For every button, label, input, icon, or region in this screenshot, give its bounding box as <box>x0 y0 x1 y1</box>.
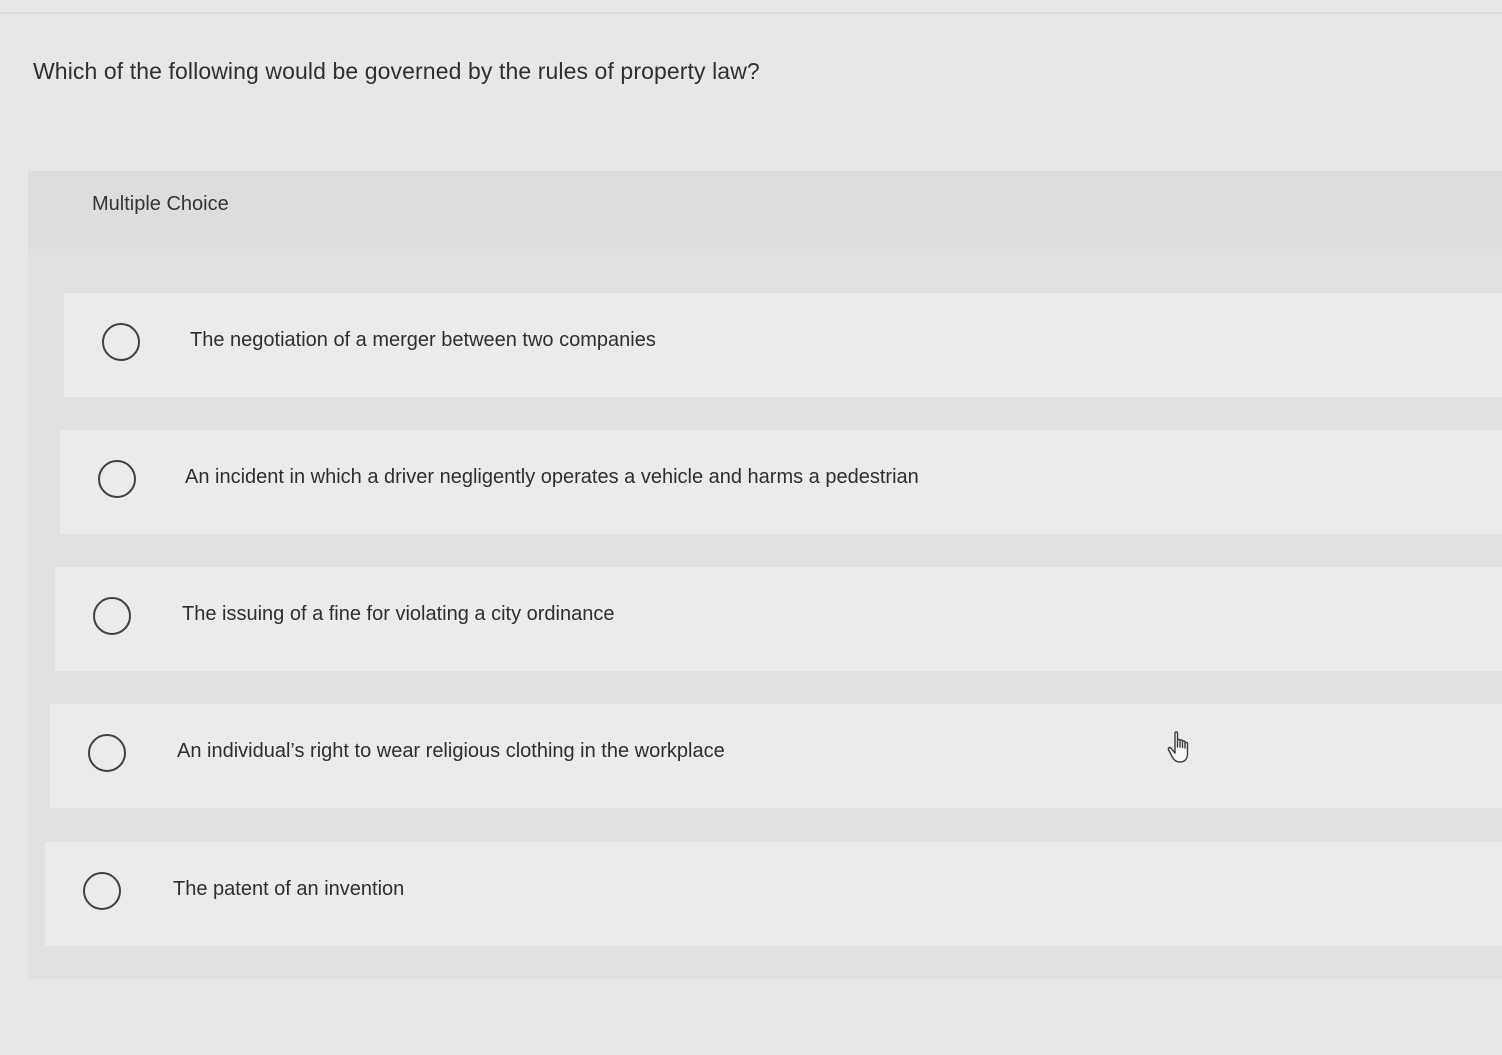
hand-pointer-icon <box>1167 731 1189 763</box>
choice-option-1[interactable]: The negotiation of a merger between two … <box>64 293 1502 397</box>
choice-label: The patent of an invention <box>173 878 405 900</box>
choice-option-4[interactable]: An individual’s right to wear religious … <box>50 704 1502 808</box>
radio-unselected-icon[interactable] <box>102 323 140 361</box>
radio-unselected-icon[interactable] <box>83 872 121 910</box>
choice-label: An individual’s right to wear religious … <box>177 740 725 762</box>
radio-unselected-icon[interactable] <box>88 734 126 772</box>
question-type-label: Multiple Choice <box>92 193 229 215</box>
choice-label: The negotiation of a merger between two … <box>190 329 656 351</box>
question-prompt: Which of the following would be governed… <box>33 58 760 84</box>
radio-unselected-icon[interactable] <box>93 597 131 635</box>
choice-option-5[interactable]: The patent of an invention <box>45 842 1502 946</box>
choice-label: The issuing of a fine for violating a ci… <box>182 603 615 625</box>
choice-option-2[interactable]: An incident in which a driver negligentl… <box>60 430 1502 534</box>
choice-option-3[interactable]: The issuing of a fine for violating a ci… <box>55 567 1502 671</box>
question-type-header: Multiple Choice <box>28 171 1502 249</box>
top-divider <box>0 12 1502 14</box>
choice-label: An incident in which a driver negligentl… <box>185 466 919 488</box>
radio-unselected-icon[interactable] <box>98 460 136 498</box>
